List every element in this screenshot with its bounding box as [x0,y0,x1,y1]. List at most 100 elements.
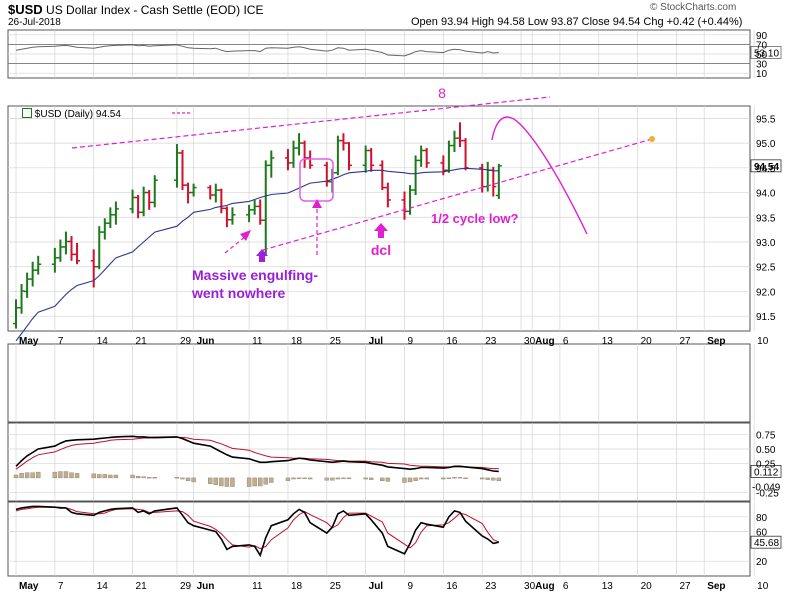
x-tick-sto-0: May [19,581,39,592]
empty-panel [7,343,751,423]
sto-last-value: 45.68 [754,538,779,549]
macd-histogram-bar [452,477,457,479]
macd-histogram-bar [58,471,63,479]
macd-histogram-bar [363,477,368,480]
cycle-number-label: 8 [438,85,446,101]
macd-histogram-bar [285,477,291,481]
x-tick-sto-16: 13 [602,581,614,592]
half-cycle-label: 1/2 cycle low? [431,211,518,226]
macd-histogram-bar [291,477,296,480]
macd-histogram-bar [113,474,119,479]
x-tick-price-0: May [19,336,39,347]
macd-histogram-bar [69,472,74,479]
x-tick-sto-6: 11 [252,581,263,592]
chart-title: $USD US Dollar Index - Cash Settle (EOD)… [8,2,263,17]
price-panel [7,105,751,332]
macd-histogram-bar [97,474,102,479]
macd-histogram-bar [418,477,424,480]
y-tick-rsi-4: 10 [756,69,768,80]
x-tick-sto-10: 9 [408,581,414,592]
macd-histogram-bar [52,471,58,479]
macd-histogram-bar [230,477,235,487]
exchange: ICE [243,3,264,17]
macd-histogram-bar [269,477,274,483]
macd-histogram-bar [496,477,502,481]
macd-histogram-bar [252,477,257,487]
macd-histogram-bar [91,473,96,479]
y-tick-price-3: 94.0 [756,189,776,200]
macd-histogram-bar [413,477,418,481]
macd-histogram-bar [224,477,230,487]
y-tick-sto-2: 20 [756,557,768,568]
x-tick-price-16: 13 [602,336,614,347]
x-tick-sto-4: 29 [180,581,192,592]
macd-histogram-bar [407,477,413,483]
x-tick-sto-2: 14 [97,581,109,592]
macd-histogram-bar [74,473,80,479]
stockcharts-brand: © StockCharts.com [650,2,737,13]
y-tick-price-6: 92.5 [756,263,776,274]
x-tick-price-4: 29 [180,336,192,347]
macd-histogram-bar [108,474,113,479]
macd-histogram-bar [441,477,446,480]
macd-histogram-bar [446,477,452,479]
x-tick-price-19: Sep [707,336,725,347]
macd-histogram-bar [24,472,30,479]
y-tick-price-8: 91.5 [756,312,776,323]
macd-hist-last-value: -0.049 [752,483,781,494]
macd-histogram-bar [335,477,341,480]
x-tick-price-6: 11 [252,336,263,347]
macd-histogram-bar [302,477,307,479]
macd-histogram-bar [330,477,335,481]
macd-histogram-bar [219,477,224,487]
x-tick-sto-19: Sep [707,581,725,592]
macd-histogram-bar [36,471,41,479]
x-tick-price-8: 25 [330,336,342,347]
y-tick-price-5: 93.0 [756,238,776,249]
macd-histogram-bar [385,477,391,482]
engulfing-label-line: went nowhere [191,285,286,301]
x-tick-price-9: Jul [369,336,384,347]
y-tick-sto-0: 80 [756,513,768,524]
x-tick-price-14: Aug [535,336,554,347]
macd-histogram-bar [135,475,141,479]
x-tick-sto-1: 7 [58,581,64,592]
macd-histogram-bar [141,476,146,479]
macd-histogram-bar [324,477,329,481]
y-tick-price-1: 95.0 [756,139,776,150]
macd-histogram-bar [480,477,485,480]
macd-histogram-bar [258,477,263,487]
chart-svg: 8 dcl 1/2 cycle low? Massive engulfing-w… [7,29,782,592]
macd-histogram-bar [152,477,157,479]
symbol: $USD [8,2,43,17]
chart-root: 8 dcl 1/2 cycle low? Massive engulfing-w… [0,0,785,594]
x-tick-sto-15: 6 [563,581,569,592]
macd-histogram-bar [402,477,407,483]
dcl-label: dcl [371,242,391,258]
x-tick-sto-3: 21 [136,581,148,592]
macd-histogram-bar [457,477,463,479]
macd-histogram-bar [185,477,191,481]
x-tick-price-5: Jun [197,336,215,347]
x-tick-sto-13: 30 [524,581,536,592]
macd-histogram-bar [491,477,496,481]
x-tick-price-18: 27 [679,336,691,347]
macd-histogram-bar [174,477,180,479]
macd-histogram-bar [263,477,268,485]
chart-date: 26-Jul-2018 [8,17,61,28]
x-tick-price-3: 21 [136,336,148,347]
x-tick-sto-14: Aug [535,581,554,592]
instrument-name: US Dollar Index - Cash Settle (EOD) [46,3,241,17]
macd-histogram-bar [63,471,69,479]
macd-histogram-bar [130,474,135,479]
macd-histogram-bar [213,477,219,486]
macd-histogram-bar [13,474,19,479]
macd-histogram-bar [424,477,429,480]
x-tick-sto-9: Jul [369,581,384,592]
y-tick-price-0: 95.5 [756,114,776,125]
x-tick-price-7: 18 [291,336,303,347]
x-tick-price-2: 14 [97,336,109,347]
macd-histogram-bar [341,477,346,479]
macd-histogram-bar [346,477,352,479]
macd-histogram-bar [102,474,108,479]
